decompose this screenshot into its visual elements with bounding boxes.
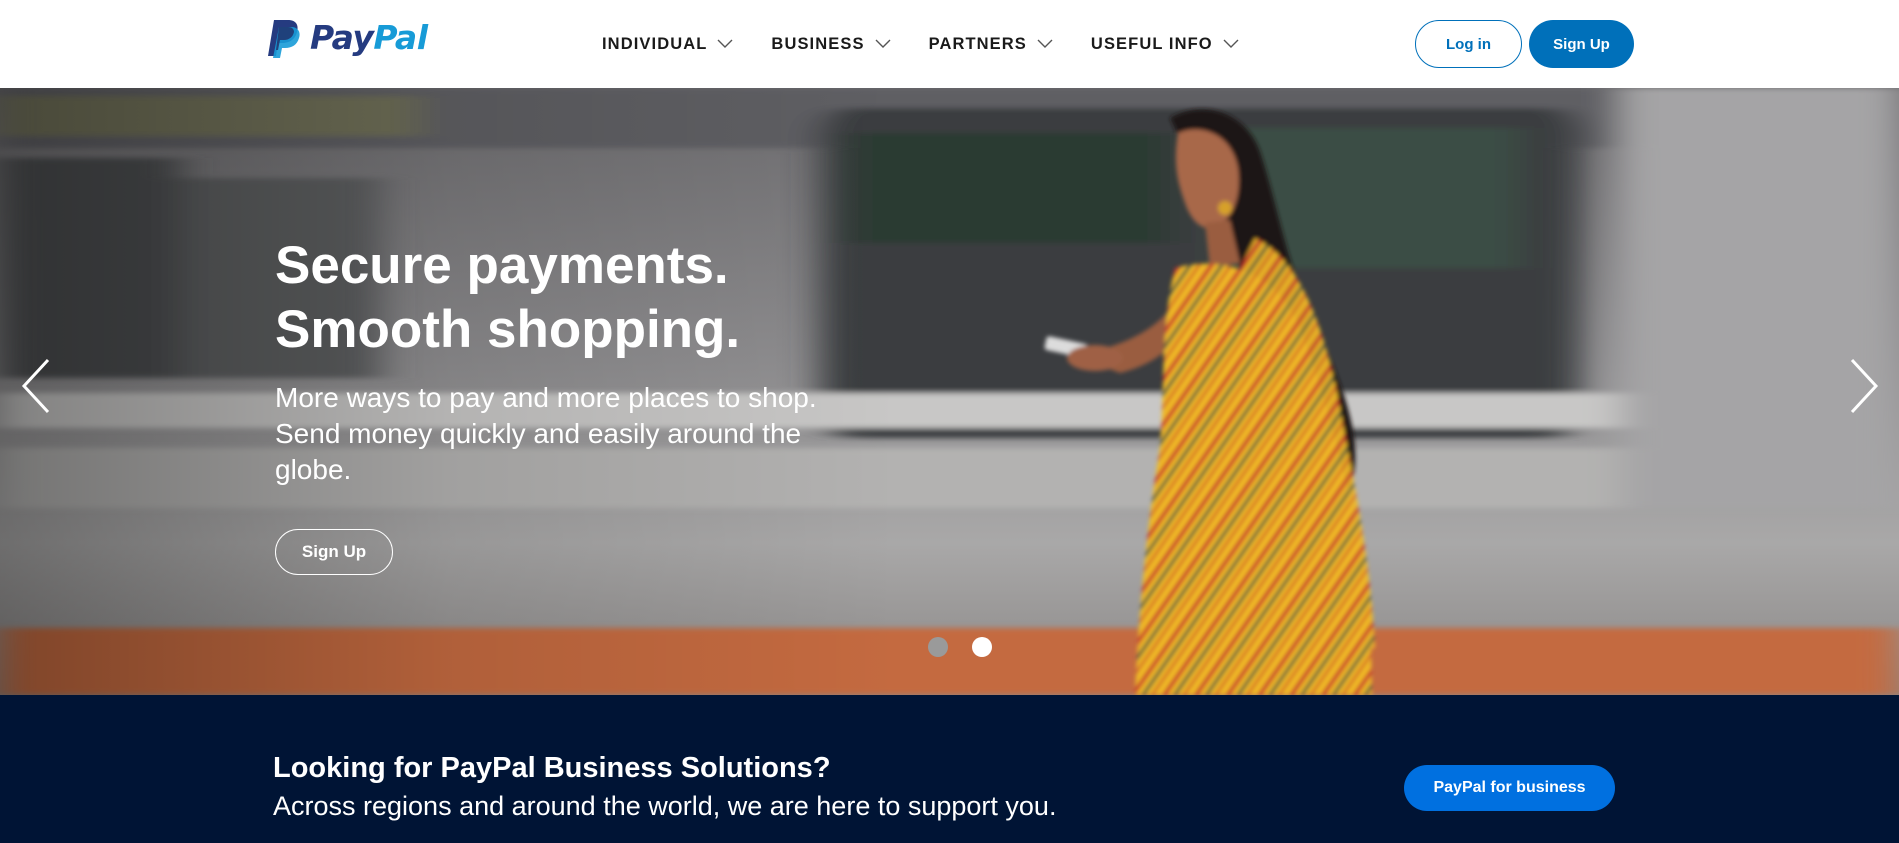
business-banner-subtitle: Across regions and around the world, we … [273, 791, 1057, 821]
carousel-dot-2[interactable] [972, 637, 992, 657]
hero-headline-line-2: Smooth shopping. [275, 300, 741, 359]
nav-item-label: PARTNERS [928, 34, 1027, 53]
paypal-logo[interactable]: PayPal [266, 18, 428, 58]
login-button[interactable]: Log in [1415, 20, 1522, 68]
main-nav: INDIVIDUAL BUSINESS PARTNERS USEFUL INFO [602, 0, 1239, 88]
hero-signup-button[interactable]: Sign Up [275, 529, 393, 575]
chevron-right-icon[interactable] [1846, 356, 1882, 416]
nav-item-individual[interactable]: INDIVIDUAL [602, 35, 733, 54]
hero-carousel: Secure payments. Smooth shopping. More w… [0, 88, 1899, 695]
paypal-for-business-button[interactable]: PayPal for business [1404, 765, 1615, 811]
paypal-wordmark: PayPal [310, 18, 428, 58]
site-header: PayPal INDIVIDUAL BUSINESS PARTNERS USEF… [0, 0, 1899, 88]
nav-item-label: BUSINESS [771, 34, 865, 53]
signup-button[interactable]: Sign Up [1529, 20, 1634, 68]
nav-item-business[interactable]: BUSINESS [771, 34, 891, 54]
chevron-down-icon [1037, 39, 1053, 48]
nav-item-label: USEFUL INFO [1090, 34, 1213, 53]
hero-headline: Secure payments. Smooth shopping. [275, 234, 975, 362]
chevron-down-icon [717, 39, 733, 48]
logo-text-pay: Pay [310, 18, 374, 57]
carousel-dot-1[interactable] [928, 637, 948, 657]
nav-item-partners[interactable]: PARTNERS [929, 35, 1053, 54]
paypal-monogram-icon [268, 20, 300, 58]
chevron-left-icon[interactable] [18, 356, 54, 416]
logo-text-pal: Pal [373, 18, 428, 57]
chevron-down-icon [875, 39, 891, 48]
business-banner: Looking for PayPal Business Solutions? A… [0, 695, 1899, 843]
hero-subtitle: More ways to pay and more places to shop… [275, 382, 817, 485]
chevron-down-icon [1223, 39, 1239, 48]
carousel-dots [928, 637, 992, 657]
nav-item-useful-info[interactable]: USEFUL INFO [1091, 35, 1239, 54]
business-banner-title: Looking for PayPal Business Solutions? [273, 752, 831, 784]
nav-item-label: INDIVIDUAL [602, 34, 708, 53]
hero-headline-line-1: Secure payments. [275, 236, 729, 295]
